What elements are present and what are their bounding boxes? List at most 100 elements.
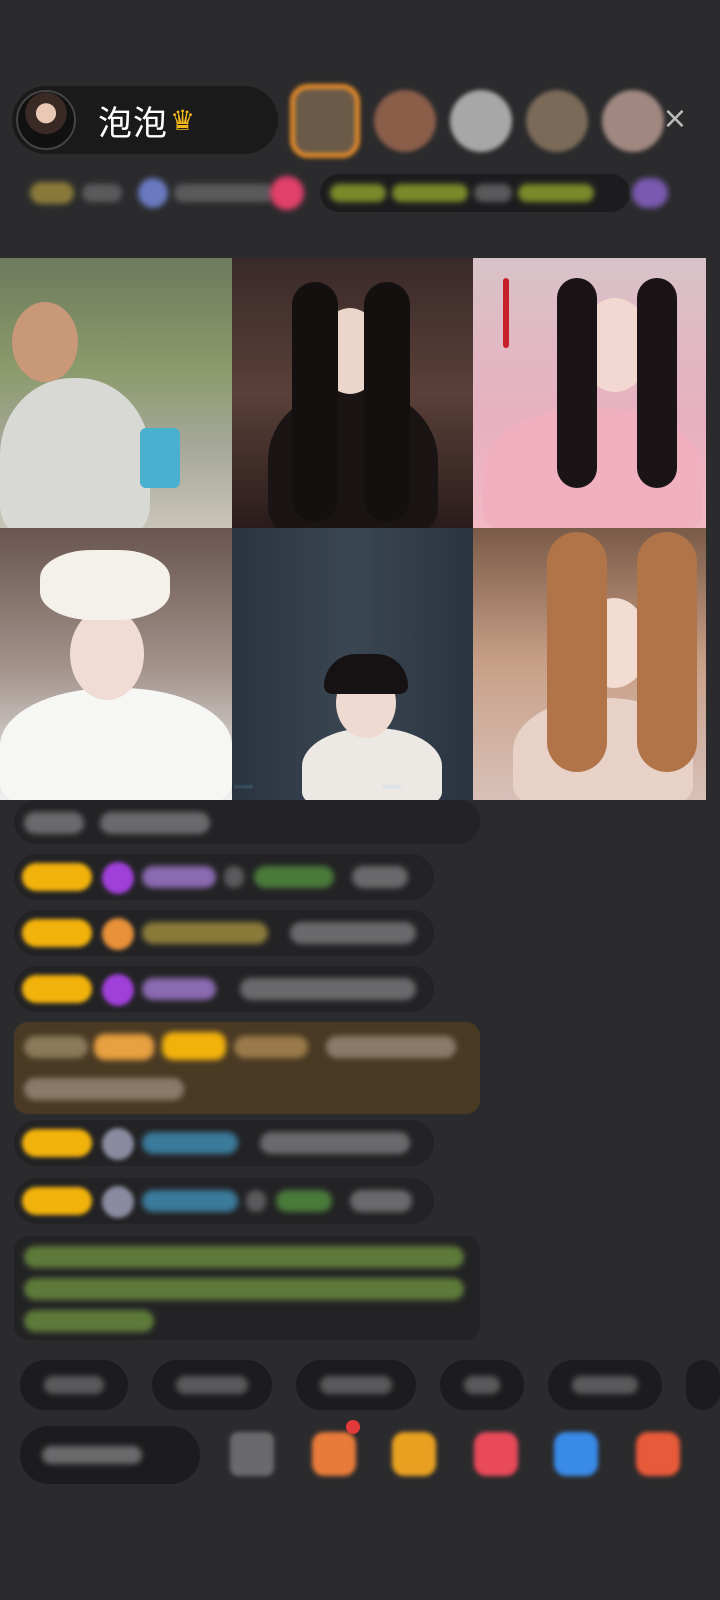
video-tile-guest-4[interactable] (0, 528, 232, 800)
host-name: 泡泡 (98, 103, 168, 144)
chat-text (276, 1190, 332, 1212)
chat-text (350, 1190, 412, 1212)
room-badge-text (174, 184, 274, 202)
quick-reply-chip[interactable] (440, 1360, 524, 1410)
tile-caption: ····· (382, 780, 402, 794)
gift-message-card[interactable] (14, 1022, 480, 1114)
bunny-headband (40, 550, 170, 620)
chat-text (24, 1078, 184, 1100)
quick-reply-chip[interactable] (296, 1360, 416, 1410)
fan-badge-icon (102, 918, 134, 950)
chat-message[interactable] (14, 1120, 434, 1166)
gift-badge (94, 1034, 154, 1060)
gem-icon (102, 862, 134, 894)
chat-username[interactable] (142, 978, 216, 1000)
video-grid: ····· ····· (0, 258, 706, 800)
level-badge (162, 1032, 226, 1060)
red-packet-icon[interactable] (474, 1432, 518, 1476)
viewer-avatar[interactable] (526, 90, 588, 152)
quick-reply-chip[interactable] (20, 1360, 128, 1410)
level-badge (22, 1129, 92, 1157)
quick-reply-chip[interactable] (152, 1360, 272, 1410)
user-avatar (102, 1186, 134, 1218)
room-badge[interactable] (30, 182, 74, 204)
chat-message[interactable] (14, 1178, 434, 1224)
guest-figure (0, 378, 150, 528)
guest-face (12, 302, 78, 382)
chat-text (352, 866, 408, 888)
video-tile-guest-3[interactable] (473, 258, 706, 528)
chat-system-message (14, 800, 480, 844)
room-badge-icon[interactable] (270, 176, 304, 210)
chat-input[interactable] (20, 1426, 200, 1484)
video-tile-guest-1[interactable] (0, 258, 232, 528)
chat-text (246, 1190, 266, 1212)
guest-hair (557, 278, 597, 488)
viewer-list[interactable] (290, 84, 678, 158)
video-tile-guest-2[interactable] (232, 258, 473, 528)
notice-text (24, 1310, 154, 1332)
chat-text (24, 1036, 88, 1058)
guest-hair (324, 654, 408, 694)
gift-icon[interactable] (392, 1432, 436, 1476)
guest-face (70, 608, 144, 700)
gem-icon (102, 974, 134, 1006)
guest-hair (637, 532, 697, 772)
quick-reply-chip[interactable] (686, 1360, 720, 1410)
guest-hair (364, 282, 410, 522)
chat-username[interactable] (142, 866, 216, 888)
chat-username[interactable] (142, 922, 268, 944)
rank-text (330, 184, 386, 202)
room-badge-icon[interactable] (138, 178, 168, 208)
room-badge-icon[interactable] (632, 178, 668, 208)
chat-input-placeholder (42, 1446, 142, 1464)
chat-username[interactable] (142, 1190, 238, 1212)
chat-text (240, 978, 416, 1000)
guest-hair (547, 532, 607, 772)
chat-text (24, 812, 84, 834)
chat-message[interactable] (14, 854, 434, 900)
tile-caption: ····· (234, 780, 254, 794)
game-icon[interactable] (554, 1432, 598, 1476)
close-icon[interactable]: × (660, 104, 690, 134)
chat-text (260, 1132, 410, 1154)
keyboard-icon[interactable] (230, 1432, 274, 1476)
chat-text (224, 866, 244, 888)
level-badge (22, 975, 92, 1003)
room-notice (14, 1236, 480, 1340)
notice-text (24, 1278, 464, 1300)
decoration (503, 278, 509, 348)
viewer-avatar[interactable] (290, 84, 360, 158)
chat-message[interactable] (14, 966, 434, 1012)
stool (140, 428, 180, 488)
chat-message[interactable] (14, 910, 434, 956)
chat-text (326, 1036, 456, 1058)
level-badge (22, 863, 92, 891)
chat-username[interactable] (234, 1036, 308, 1058)
room-badge-text (82, 184, 122, 202)
viewer-avatar[interactable] (450, 90, 512, 152)
guest-figure (0, 688, 232, 800)
host-info-pill[interactable]: 泡泡 ♛ (12, 86, 278, 154)
guest-hair (292, 282, 338, 522)
chat-text (290, 922, 416, 944)
host-avatar[interactable] (16, 90, 76, 150)
more-apps-icon[interactable] (636, 1432, 680, 1476)
chat-text (254, 866, 334, 888)
room-badges-row (20, 168, 690, 218)
rank-text (474, 184, 512, 202)
viewer-avatar[interactable] (602, 90, 664, 152)
chat-text (100, 812, 210, 834)
chat-username[interactable] (142, 1132, 238, 1154)
gift-box-icon[interactable] (312, 1432, 356, 1476)
quick-reply-chip[interactable] (548, 1360, 662, 1410)
level-badge (22, 919, 92, 947)
viewer-avatar[interactable] (374, 90, 436, 152)
crown-icon: ♛ (170, 103, 196, 137)
level-badge (22, 1187, 92, 1215)
video-tile-guest-5[interactable]: ····· ····· (232, 528, 473, 800)
guest-hair (637, 278, 677, 488)
rank-text (518, 184, 594, 202)
guest-figure (302, 728, 442, 800)
video-tile-guest-6[interactable] (473, 528, 706, 800)
